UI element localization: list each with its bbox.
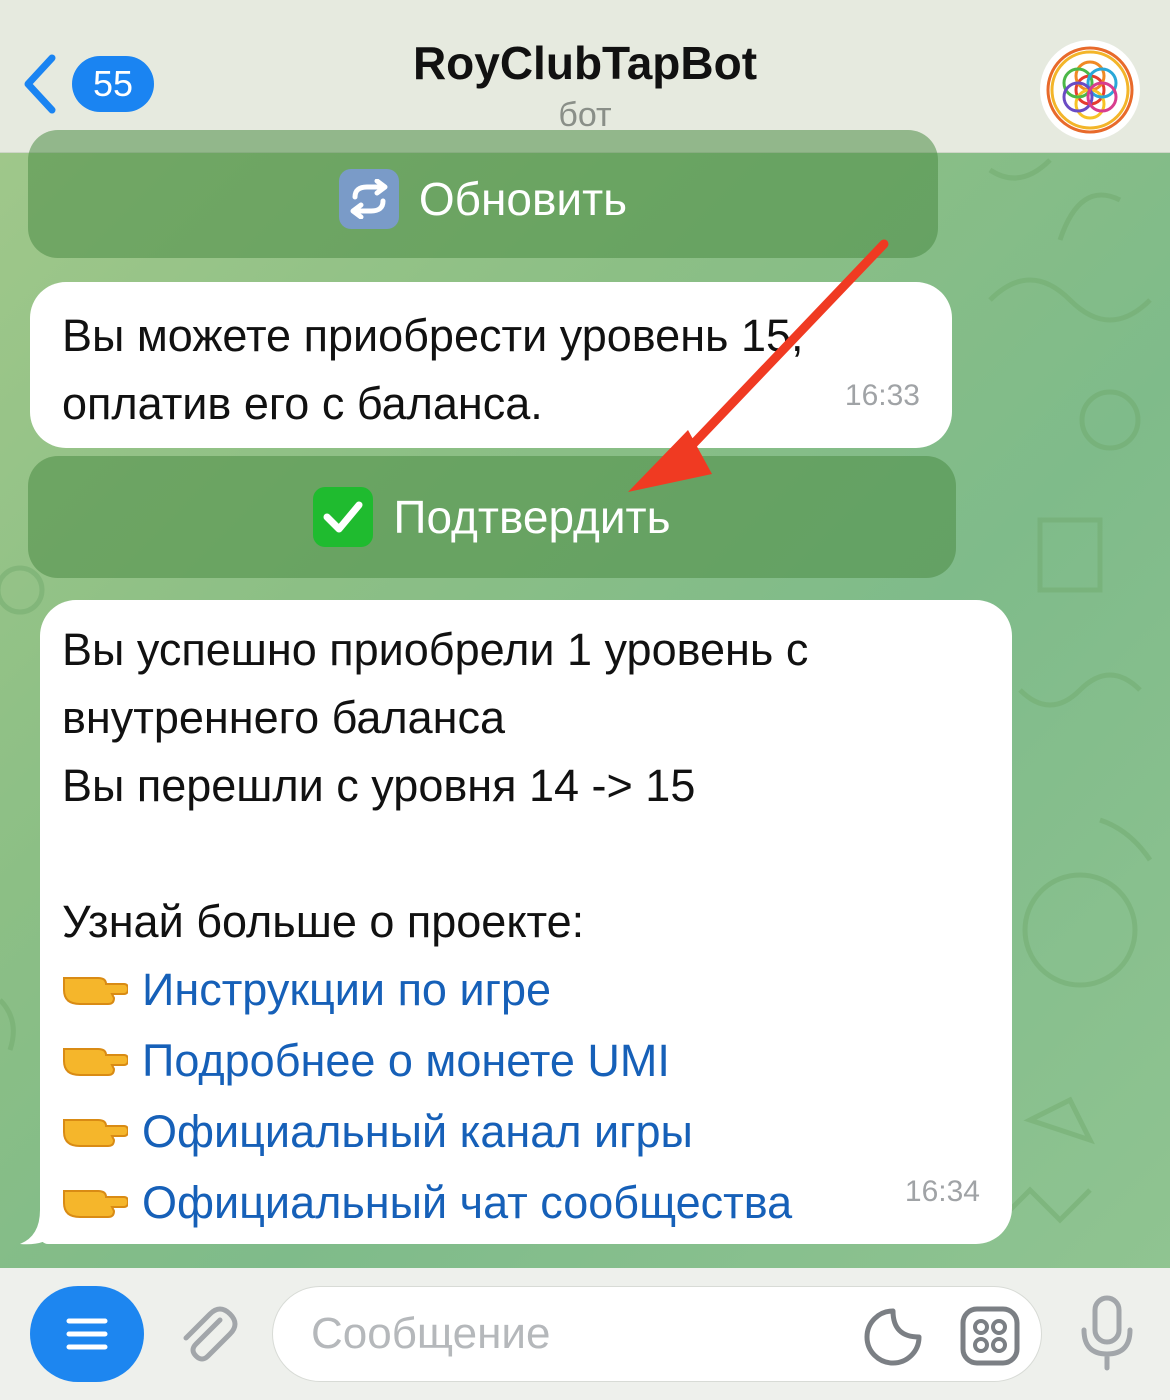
paperclip-icon[interactable] xyxy=(172,1298,244,1370)
chat-title[interactable]: RoyClubTapBot xyxy=(0,36,1170,90)
microphone-icon[interactable] xyxy=(1078,1294,1136,1374)
pointing-hand-icon xyxy=(62,1030,130,1098)
bubble-tail xyxy=(20,1210,56,1245)
pointing-hand-icon xyxy=(62,959,130,1027)
keyboard-grid-icon[interactable] xyxy=(959,1305,1021,1367)
bot-avatar[interactable] xyxy=(1040,40,1140,140)
link-community-chat[interactable]: Официальный чат сообщества xyxy=(142,1177,792,1228)
check-icon xyxy=(313,487,374,547)
refresh-icon xyxy=(338,169,399,229)
pointing-hand-icon xyxy=(62,1101,130,1169)
flower-of-life-logo xyxy=(1042,42,1138,138)
confirm-button[interactable]: Подтвердить xyxy=(28,456,956,578)
refresh-button-label: Обновить xyxy=(418,173,628,225)
link-official-channel[interactable]: Официальный канал игры xyxy=(142,1106,693,1157)
message-input[interactable]: Сообщение xyxy=(272,1286,1042,1382)
confirm-button-label: Подтвердить xyxy=(393,491,671,543)
link-row: Официальный чат сообщества xyxy=(62,1169,990,1240)
bot-menu-button[interactable] xyxy=(30,1286,144,1382)
message-bubble: Вы можете приобрести уровень 15, оплатив… xyxy=(30,282,952,448)
sticker-icon[interactable] xyxy=(863,1307,923,1367)
message-text-line: Вы успешно приобрели 1 уровень с xyxy=(62,624,809,675)
menu-icon xyxy=(66,1318,108,1350)
message-time: 16:33 xyxy=(844,379,920,412)
message-time: 16:34 xyxy=(904,1175,980,1208)
link-umi-coin[interactable]: Подробнее о монете UMI xyxy=(142,1035,670,1086)
message-input-placeholder: Сообщение xyxy=(311,1309,551,1358)
pointing-hand-icon xyxy=(62,1172,130,1240)
message-bubble: Вы успешно приобрели 1 уровень с внутрен… xyxy=(40,600,1012,1244)
composer-bar: Сообщение xyxy=(0,1268,1170,1400)
message-text-line: Вы можете приобрести уровень 15, xyxy=(62,310,804,361)
link-row: Официальный канал игры xyxy=(62,1098,990,1169)
message-text-line: Узнай больше о проекте: xyxy=(62,896,585,947)
message-text-line: оплатив его с баланса. xyxy=(62,378,543,429)
refresh-button[interactable]: Обновить xyxy=(28,130,938,258)
link-row: Подробнее о монете UMI xyxy=(62,1027,990,1098)
message-text-line: внутреннего баланса xyxy=(62,692,506,743)
message-text-line: Вы перешли с уровня 14 -> 15 xyxy=(62,760,696,811)
link-game-instructions[interactable]: Инструкции по игре xyxy=(142,964,551,1015)
link-row: Инструкции по игре xyxy=(62,956,990,1027)
